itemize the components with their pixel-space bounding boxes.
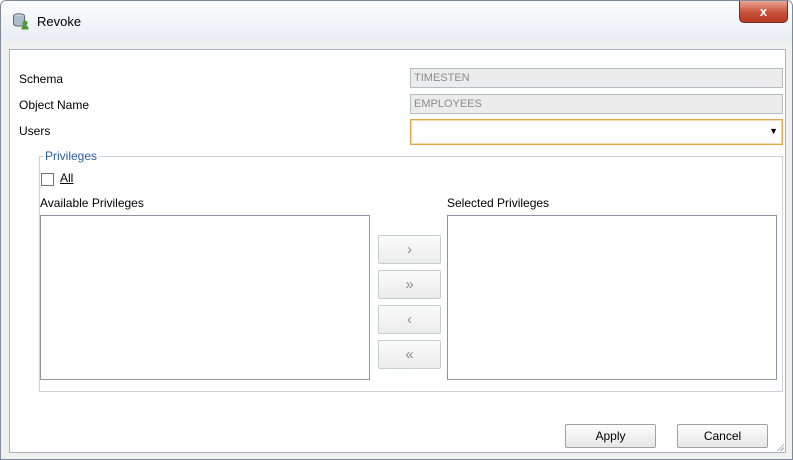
- move-one-right-button[interactable]: ›: [378, 235, 441, 264]
- all-checkbox-label[interactable]: All: [60, 171, 73, 185]
- close-icon: x: [759, 4, 768, 19]
- apply-button-label: Apply: [595, 429, 626, 443]
- privileges-group-title: Privileges: [43, 149, 100, 163]
- title-bar[interactable]: Revoke x: [1, 1, 792, 41]
- double-chevron-left-icon: «: [405, 346, 414, 363]
- window-title: Revoke: [37, 14, 82, 29]
- move-all-left-button[interactable]: «: [378, 340, 441, 369]
- chevron-left-icon: ‹: [407, 311, 412, 328]
- move-one-left-button[interactable]: ‹: [378, 305, 441, 334]
- users-dropdown[interactable]: ▼: [410, 119, 783, 145]
- object-name-label: Object Name: [19, 98, 90, 112]
- double-chevron-right-icon: »: [405, 276, 414, 293]
- users-label: Users: [19, 124, 51, 138]
- database-user-icon: [13, 13, 29, 30]
- revoke-dialog: Revoke x Schema TIMESTEN Object Name EMP…: [0, 0, 793, 460]
- all-checkbox[interactable]: [41, 173, 54, 186]
- selected-privileges-title: Selected Privileges: [447, 196, 550, 210]
- move-all-right-button[interactable]: »: [378, 270, 441, 299]
- object-name-field: EMPLOYEES: [410, 94, 783, 114]
- available-privileges-list[interactable]: [40, 215, 370, 380]
- chevron-down-icon[interactable]: ▼: [769, 126, 778, 136]
- apply-button[interactable]: Apply: [565, 424, 656, 448]
- resize-grip[interactable]: [776, 443, 784, 451]
- dialog-content: Schema TIMESTEN Object Name EMPLOYEES Us…: [9, 49, 786, 453]
- cancel-button[interactable]: Cancel: [677, 424, 768, 448]
- schema-field: TIMESTEN: [410, 68, 783, 88]
- cancel-button-label: Cancel: [703, 429, 742, 443]
- close-button[interactable]: x: [739, 1, 788, 23]
- chevron-right-icon: ›: [407, 241, 412, 258]
- schema-label: Schema: [19, 72, 64, 86]
- selected-privileges-list[interactable]: [447, 215, 777, 380]
- available-privileges-title: Available Privileges: [40, 196, 144, 210]
